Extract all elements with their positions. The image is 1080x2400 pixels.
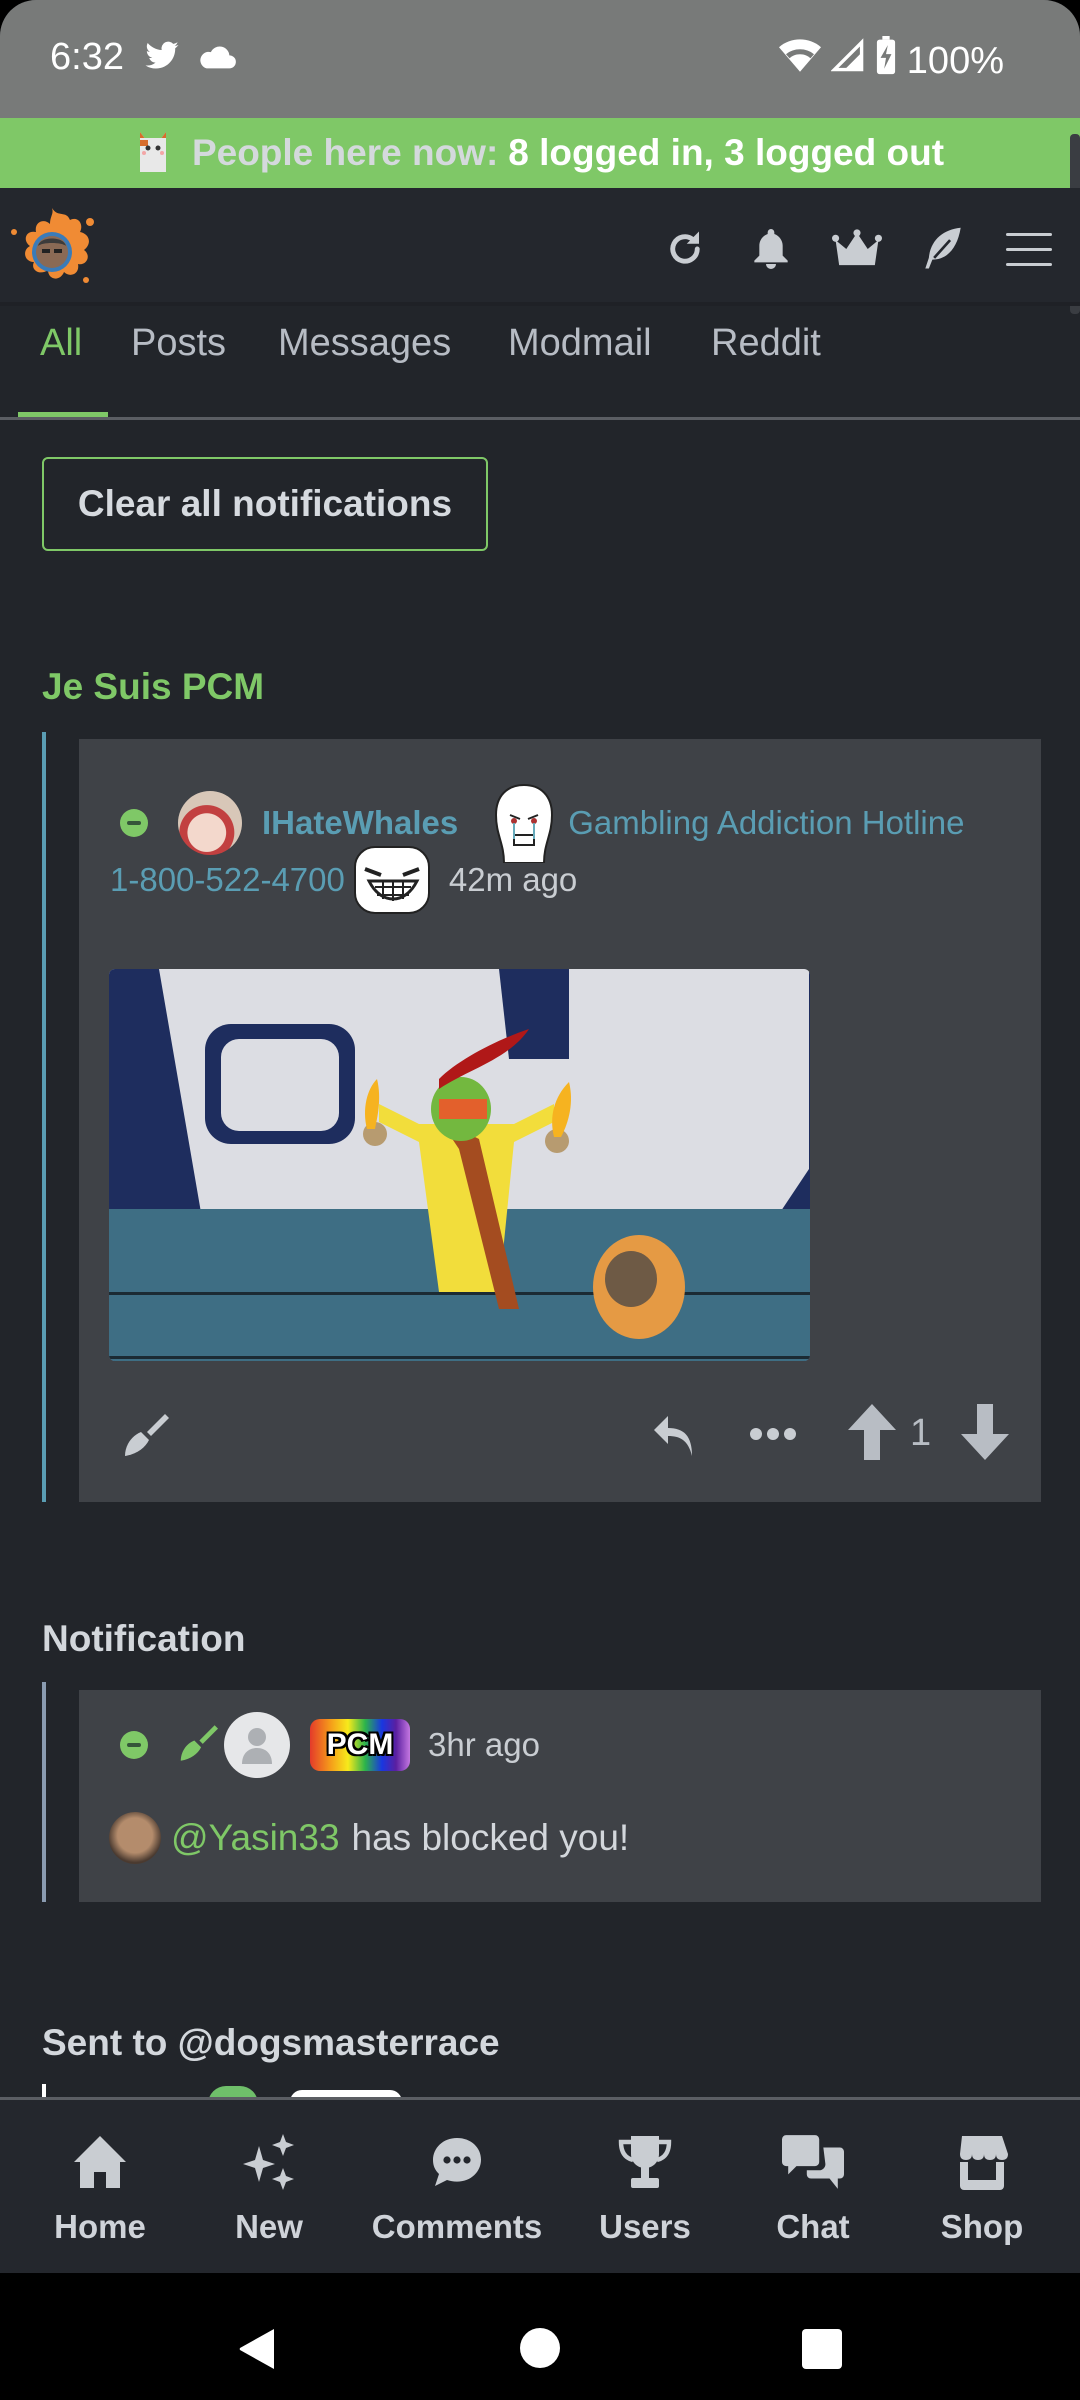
notification-card: PCM 3hr ago @Yasin33 has blocked you! [79, 1690, 1041, 1902]
feather-icon[interactable] [914, 222, 972, 276]
clear-all-notifications-button[interactable]: Clear all notifications [42, 457, 488, 551]
collapse-icon[interactable] [120, 809, 148, 837]
notification-message: has blocked you! [351, 1817, 630, 1858]
user-mention-link[interactable]: @Yasin33 [171, 1817, 340, 1859]
home-icon [68, 2130, 132, 2194]
nav-shop[interactable]: Shop [902, 2130, 1062, 2246]
post-actions: 1 [79, 1404, 1041, 1468]
active-tab-indicator [18, 412, 108, 417]
more-options-icon[interactable] [749, 1426, 797, 1442]
nav-label: Chat [776, 2208, 850, 2245]
nav-home[interactable]: Home [20, 2130, 180, 2246]
nav-label: Shop [940, 2208, 1024, 2245]
header-actions [656, 222, 1058, 276]
notification-time: 3hr ago [428, 1726, 540, 1763]
mentioned-user-avatar [109, 1812, 161, 1864]
rage-face-icon [353, 846, 430, 914]
status-right: 100% [778, 36, 1004, 86]
online-users-banner: People here now: 8 logged in, 3 logged o… [0, 118, 1080, 188]
meme-image [109, 969, 810, 1361]
home-button[interactable] [520, 2328, 560, 2368]
bell-icon[interactable] [742, 222, 800, 276]
username-link[interactable]: IHateWhales [262, 804, 458, 842]
card-header: PCM 3hr ago [120, 1712, 540, 1778]
app-screen: 6:32 100% People here now: 8 logged in, … [0, 0, 1080, 2400]
nav-chat[interactable]: Chat [733, 2130, 893, 2246]
thread-line [42, 732, 46, 1502]
comment-icon [425, 2130, 489, 2194]
tab-all[interactable]: All [40, 322, 82, 365]
signal-icon [830, 38, 865, 84]
nav-label: Comments [371, 2208, 543, 2245]
thread-line [42, 1682, 46, 1902]
user-flair: Gambling Addiction Hotline [568, 804, 965, 841]
card-header-line2: 1-800-522-4700 42m ago [110, 845, 577, 915]
post-time: 42m ago [448, 861, 578, 898]
vote-score: 1 [910, 1412, 932, 1454]
top-header [0, 188, 1080, 306]
store-icon [950, 2130, 1014, 2194]
notification-tabs: All Posts Messages Modmail Reddit [0, 310, 1080, 420]
nav-label: Home [54, 2208, 146, 2245]
banner-count: 8 logged in, 3 logged out [508, 132, 945, 173]
status-time: 6:32 [50, 36, 124, 78]
site-logo[interactable] [6, 202, 98, 294]
user-flair-phone: 1-800-522-4700 [110, 861, 345, 898]
back-button[interactable] [236, 2327, 276, 2376]
downvote-icon[interactable] [961, 1404, 1009, 1460]
system-navigation-bar [0, 2273, 1080, 2400]
trophy-icon [613, 2130, 677, 2194]
nav-users[interactable]: Users [565, 2130, 725, 2246]
chat-icon [781, 2130, 845, 2194]
nav-label: Users [599, 2208, 691, 2245]
battery-charging-icon [875, 36, 897, 86]
group-title[interactable]: Sent to @dogsmasterrace [42, 2022, 500, 2064]
default-avatar[interactable] [224, 1712, 290, 1778]
refresh-icon[interactable] [656, 222, 714, 276]
bottom-navigation: Home New Comments Users Chat Shop [0, 2097, 1080, 2273]
sparkles-icon [237, 2130, 301, 2194]
post-image[interactable] [109, 969, 810, 1361]
sweep-icon[interactable] [174, 1723, 218, 1768]
cat-mascot-icon [139, 132, 166, 172]
twitter-icon [142, 38, 182, 79]
cloud-icon [198, 44, 238, 75]
group-title[interactable]: Notification [42, 1618, 245, 1660]
reply-icon[interactable] [652, 1412, 696, 1458]
collapse-icon[interactable] [120, 1731, 148, 1759]
notification-body: @Yasin33 has blocked you! [109, 1812, 629, 1864]
banner-label: People here now: [191, 132, 499, 173]
tab-posts[interactable]: Posts [131, 322, 226, 365]
sweep-icon[interactable] [117, 1412, 169, 1458]
nav-new[interactable]: New [189, 2130, 349, 2246]
pcm-badge: PCM [310, 1719, 410, 1771]
group-title[interactable]: Je Suis PCM [42, 666, 264, 708]
wifi-icon [778, 38, 821, 84]
crown-icon[interactable] [828, 222, 886, 276]
tab-reddit[interactable]: Reddit [711, 322, 821, 365]
notification-card: IHateWhales Gambling Addiction Hotline 1… [79, 739, 1041, 1502]
upvote-icon[interactable] [848, 1404, 896, 1460]
recents-button[interactable] [802, 2329, 842, 2369]
battery-percent: 100% [906, 39, 1004, 82]
tab-messages[interactable]: Messages [278, 322, 451, 365]
tab-modmail[interactable]: Modmail [508, 322, 652, 365]
status-bar: 6:32 100% [0, 0, 1080, 118]
nav-comments[interactable]: Comments [372, 2130, 542, 2246]
hamburger-menu-icon[interactable] [1000, 222, 1058, 276]
nav-label: New [235, 2208, 303, 2245]
